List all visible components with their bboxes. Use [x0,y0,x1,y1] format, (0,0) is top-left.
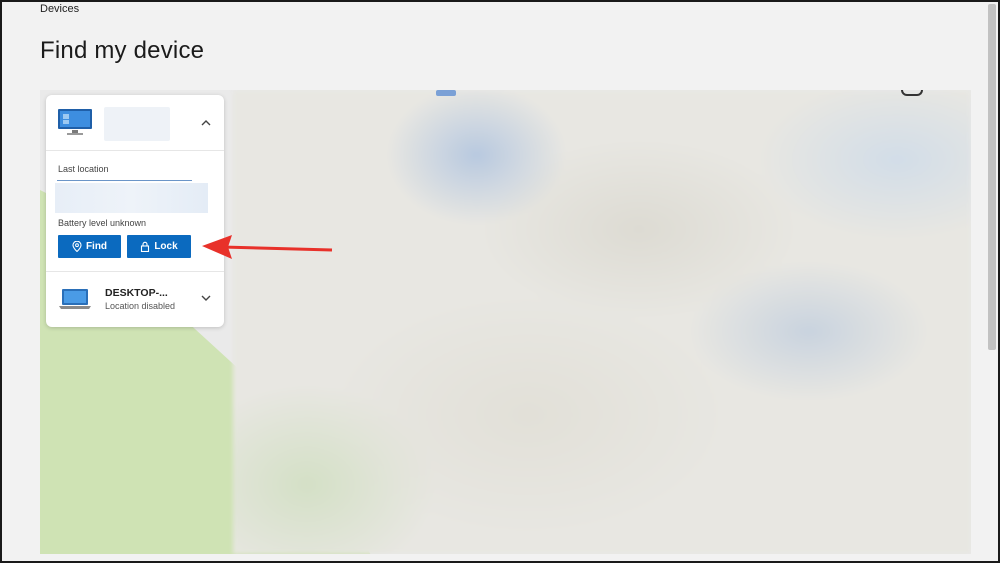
lock-button[interactable]: Lock [127,235,191,258]
divider [46,271,224,272]
location-pin-icon [72,241,82,252]
monitor-icon [58,109,92,135]
device2-status: Location disabled [105,301,176,311]
scrollbar[interactable] [988,4,996,350]
device2-name[interactable]: DESKTOP-... [105,287,168,299]
page-title: Find my device [40,37,205,64]
chevron-down-icon[interactable] [200,292,212,304]
find-button[interactable]: Find [58,235,121,258]
find-button-label: Find [85,241,108,252]
breadcrumb[interactable]: Devices [40,3,79,15]
compass-icon[interactable] [901,90,923,96]
device-panel: Last location Battery level unknown Find… [46,95,224,327]
device-card-header[interactable] [46,95,224,151]
device-name-redacted [104,107,170,141]
chevron-up-icon[interactable] [200,117,212,129]
location-address-redacted [55,183,208,213]
battery-status: Battery level unknown [58,218,147,228]
map-blurred-region [233,90,971,554]
lock-icon [141,241,150,252]
last-location-label: Last location [58,164,109,174]
annotation-arrow [202,235,333,259]
location-underline [57,180,192,181]
lock-button-label: Lock [154,241,178,252]
laptop-icon [59,289,91,309]
map-marker [436,90,456,96]
